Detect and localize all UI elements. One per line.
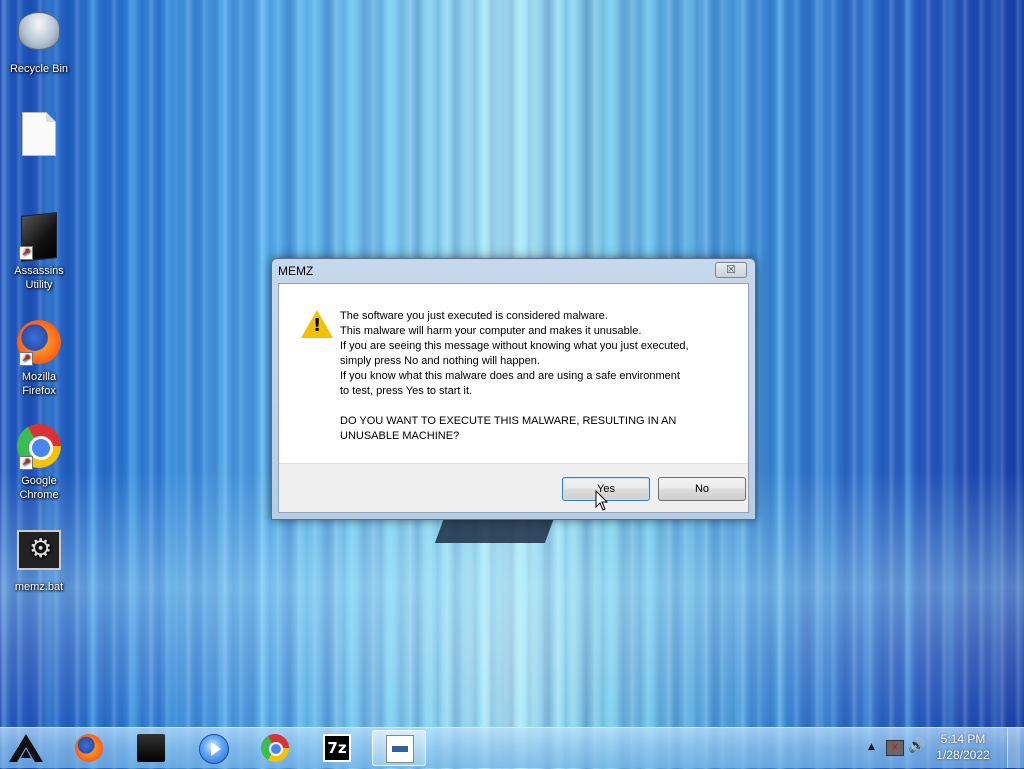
message-text: The software you just executed is consid… xyxy=(340,309,730,444)
message-line: This malware will harm your computer and… xyxy=(340,325,642,337)
notepad-icon xyxy=(386,735,414,763)
desktop-icon-label: Mozilla Firefox xyxy=(21,371,57,397)
recycle-bin-icon xyxy=(15,12,63,60)
question-line: UNUSABLE MACHINE? xyxy=(340,430,460,442)
taskbar-item-7zip[interactable]: 7z xyxy=(310,730,364,766)
button-bar: Yes No xyxy=(279,463,748,512)
taskbar-item-drive[interactable] xyxy=(124,730,178,766)
desktop-icon-memz-bat[interactable]: memz.bat xyxy=(4,528,74,594)
taskbar-item-firefox[interactable] xyxy=(62,730,116,766)
memz-dialog: MEMZ ☒ ! The software you just executed … xyxy=(271,258,756,520)
start-logo-icon xyxy=(9,734,43,762)
close-button[interactable]: ☒ xyxy=(715,262,747,278)
firefox-icon: ↗ xyxy=(15,320,63,368)
clock-date: 1/28/2022 xyxy=(936,748,990,762)
desktop-icon-label: Google Chrome xyxy=(19,475,59,501)
dialog-title: MEMZ xyxy=(278,264,314,278)
message-line: to test, press Yes to start it. xyxy=(340,385,473,397)
message-line: If you are seeing this message without k… xyxy=(340,340,689,352)
taskbar-item-notepad[interactable] xyxy=(372,730,426,766)
shortcut-arrow-icon: ↗ xyxy=(19,352,33,366)
show-desktop-button[interactable] xyxy=(1007,728,1020,768)
question-line: DO YOU WANT TO EXECUTE THIS MALWARE, RES… xyxy=(340,415,677,427)
desktop-icon-label: Recycle Bin xyxy=(9,63,69,75)
mouse-cursor-icon xyxy=(595,490,609,511)
drive-icon xyxy=(137,734,165,762)
7zip-icon: 7z xyxy=(323,734,351,762)
dialog-client: ! The software you just executed is cons… xyxy=(278,283,749,513)
dialog-title-bar[interactable]: MEMZ ☒ xyxy=(272,259,755,283)
message-area: ! The software you just executed is cons… xyxy=(279,284,748,469)
network-disconnected-icon[interactable] xyxy=(886,740,904,756)
message-line: If you know what this malware does and a… xyxy=(340,370,680,382)
shortcut-arrow-icon: ↗ xyxy=(19,246,33,260)
desktop-icon-label: Assassins Utility xyxy=(14,265,64,291)
system-tray: ▲ 🔊 5:14 PM 1/28/2022 xyxy=(860,728,1020,768)
show-hidden-icons-icon[interactable]: ▲ xyxy=(868,742,875,752)
taskbar-item-chrome[interactable] xyxy=(248,730,302,766)
start-button[interactable] xyxy=(6,731,46,765)
shortcut-arrow-icon: ↗ xyxy=(19,456,33,470)
batch-file-icon xyxy=(15,530,63,578)
chrome-icon: ↗ xyxy=(15,424,63,472)
clock[interactable]: 5:14 PM 1/28/2022 xyxy=(932,731,994,763)
desktop-icon-label: memz.bat xyxy=(14,581,64,593)
warning-icon: ! xyxy=(301,310,333,338)
desktop-icon-firefox[interactable]: ↗ Mozilla Firefox xyxy=(4,320,74,398)
desktop-icon-chrome[interactable]: ↗ Google Chrome xyxy=(4,424,74,502)
chrome-icon xyxy=(261,734,289,762)
taskbar: 7z ▲ 🔊 5:14 PM 1/28/2022 xyxy=(0,727,1024,768)
document-icon xyxy=(15,112,63,160)
desktop-icon-assassins-utility[interactable]: ↗ Assassins Utility xyxy=(4,212,74,292)
message-line: The software you just executed is consid… xyxy=(340,310,608,322)
media-player-icon xyxy=(199,734,229,764)
message-line: simply press No and nothing will happen. xyxy=(340,355,540,367)
close-icon: ☒ xyxy=(726,263,736,276)
assassins-utility-icon: ↗ xyxy=(15,212,63,262)
desktop-icon-document[interactable] xyxy=(4,112,74,162)
no-button[interactable]: No xyxy=(658,477,746,501)
firefox-icon xyxy=(75,734,103,762)
taskbar-item-media-player[interactable] xyxy=(186,730,240,766)
desktop-icon-recycle-bin[interactable]: Recycle Bin xyxy=(4,6,74,76)
volume-icon[interactable]: 🔊 xyxy=(908,738,925,754)
clock-time: 5:14 PM xyxy=(940,732,986,746)
